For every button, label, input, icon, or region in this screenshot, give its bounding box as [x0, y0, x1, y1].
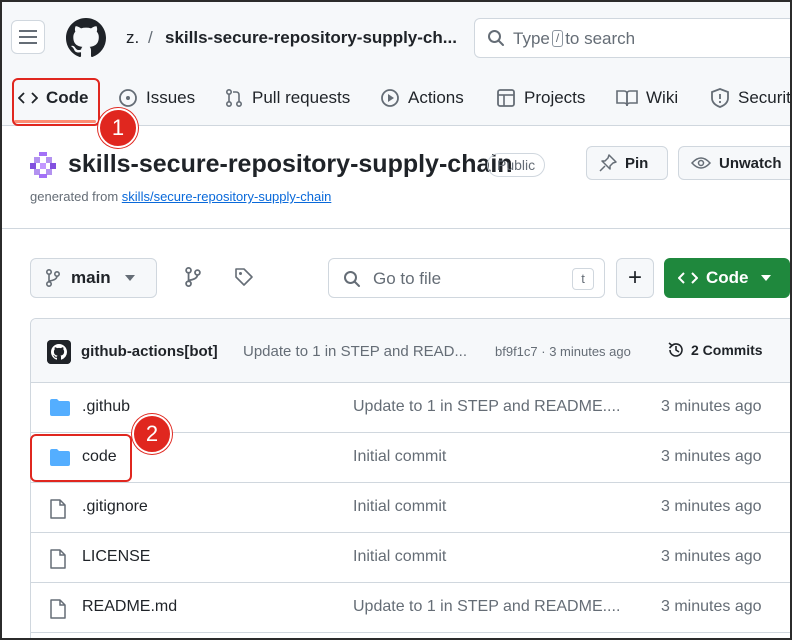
- breadcrumb-separator: /: [148, 28, 153, 47]
- visibility-badge: Public: [487, 153, 546, 177]
- tab-projects[interactable]: Projects: [496, 84, 585, 112]
- tab-security[interactable]: Securit: [710, 84, 791, 112]
- tab-pull-requests[interactable]: Pull requests: [224, 84, 350, 112]
- table-row[interactable]: .gitignore Initial commit 3 minutes ago: [31, 483, 790, 533]
- tab-actions-label: Actions: [408, 88, 464, 107]
- folder-icon: [50, 399, 70, 416]
- section-divider: [2, 228, 790, 229]
- search-input[interactable]: Type / to search: [474, 18, 790, 58]
- file-commit-message[interactable]: Initial commit: [353, 548, 446, 566]
- slash-key: /: [551, 30, 564, 47]
- tab-issues[interactable]: Issues: [118, 84, 195, 112]
- screenshot-frame: z. / skills-secure-repository-supply-ch.…: [0, 0, 792, 640]
- template-repo-link[interactable]: skills/secure-repository-supply-chain: [122, 189, 332, 204]
- callout-box-code-folder: [30, 434, 132, 482]
- file-icon: [50, 599, 66, 619]
- bot-avatar-icon[interactable]: [47, 340, 71, 364]
- branch-selector[interactable]: main: [30, 258, 157, 298]
- file-icon: [50, 549, 66, 569]
- file-commit-time: 3 minutes ago: [661, 448, 762, 465]
- chevron-down-icon: [124, 275, 135, 281]
- hamburger-icon: [19, 30, 37, 44]
- commit-message[interactable]: Update to 1 in STEP and READ...: [243, 343, 467, 360]
- generated-from-label: generated from: [30, 189, 119, 204]
- owner-breadcrumb[interactable]: z.: [126, 28, 139, 48]
- pin-button[interactable]: Pin: [586, 146, 668, 180]
- code-button-label: Code: [706, 268, 749, 287]
- search-icon: [344, 271, 360, 287]
- file-commit-message[interactable]: Update to 1 in STEP and README....: [353, 398, 620, 416]
- branch-name: main: [71, 268, 111, 287]
- shield-icon: [711, 88, 729, 108]
- history-icon: [668, 342, 683, 357]
- file-commit-time: 3 minutes ago: [661, 598, 762, 615]
- repo-breadcrumb[interactable]: skills-secure-repository-supply-ch...: [165, 28, 457, 48]
- table-icon: [497, 89, 515, 107]
- file-commit-time: 3 minutes ago: [661, 548, 762, 565]
- search-placeholder: Type / to search: [513, 29, 636, 48]
- tab-actions[interactable]: Actions: [380, 84, 464, 112]
- tab-issues-label: Issues: [146, 88, 196, 107]
- commit-meta[interactable]: bf9f1c7 · 3 minutes ago: [495, 344, 631, 359]
- pin-icon: [599, 154, 617, 172]
- pull-request-icon: [225, 88, 243, 108]
- branches-icon[interactable]: [184, 267, 202, 287]
- table-row[interactable]: LICENSE Initial commit 3 minutes ago: [31, 533, 790, 583]
- issue-icon: [119, 89, 137, 107]
- callout-badge-1: 1: [98, 108, 138, 148]
- file-name[interactable]: .gitignore: [82, 498, 148, 516]
- callout-box-code-tab: [12, 78, 100, 126]
- file-list: github-actions[bot] Update to 1 in STEP …: [30, 318, 790, 638]
- chevron-down-icon: [760, 275, 771, 281]
- file-name[interactable]: README.md: [82, 598, 177, 616]
- code-icon: [678, 272, 698, 284]
- latest-commit-bar: github-actions[bot] Update to 1 in STEP …: [31, 319, 790, 383]
- file-icon: [50, 499, 66, 519]
- eye-icon: [691, 157, 711, 169]
- add-file-button[interactable]: +: [616, 258, 654, 298]
- go-to-file-placeholder: Go to file: [373, 269, 442, 288]
- repo-avatar-icon: [30, 152, 56, 178]
- tag-icon[interactable]: [234, 267, 254, 287]
- search-icon: [488, 30, 504, 46]
- play-icon: [381, 89, 399, 107]
- table-row[interactable]: README.md Update to 1 in STEP and README…: [31, 583, 790, 633]
- tab-security-label: Securit: [738, 88, 791, 107]
- tab-wiki-label: Wiki: [646, 88, 679, 107]
- generated-from: generated from skills/secure-repository-…: [30, 189, 331, 204]
- branch-icon: [46, 269, 61, 287]
- menu-button[interactable]: [11, 20, 45, 54]
- file-commit-time: 3 minutes ago: [661, 398, 762, 415]
- file-commit-message[interactable]: Update to 1 in STEP and README....: [353, 598, 620, 616]
- file-name[interactable]: LICENSE: [82, 548, 150, 566]
- tab-projects-label: Projects: [524, 88, 586, 107]
- tab-pull-requests-label: Pull requests: [252, 88, 351, 107]
- file-commit-message[interactable]: Initial commit: [353, 498, 446, 516]
- callout-badge-2: 2: [132, 414, 172, 454]
- github-logo-icon[interactable]: [66, 18, 106, 58]
- file-name[interactable]: .github: [82, 398, 130, 416]
- file-commit-message[interactable]: Initial commit: [353, 448, 446, 466]
- file-commit-time: 3 minutes ago: [661, 498, 762, 515]
- commits-link[interactable]: 2 Commits: [667, 341, 763, 359]
- book-icon: [616, 90, 638, 107]
- code-dropdown-button[interactable]: Code: [664, 258, 790, 298]
- tab-wiki[interactable]: Wiki: [616, 84, 678, 112]
- go-to-file-input[interactable]: Go to file t: [328, 258, 605, 298]
- commit-author[interactable]: github-actions[bot]: [81, 343, 218, 360]
- shortcut-key-t: t: [572, 268, 594, 290]
- unwatch-button[interactable]: Unwatch: [678, 146, 790, 180]
- repo-title[interactable]: skills-secure-repository-supply-chain: [68, 150, 513, 179]
